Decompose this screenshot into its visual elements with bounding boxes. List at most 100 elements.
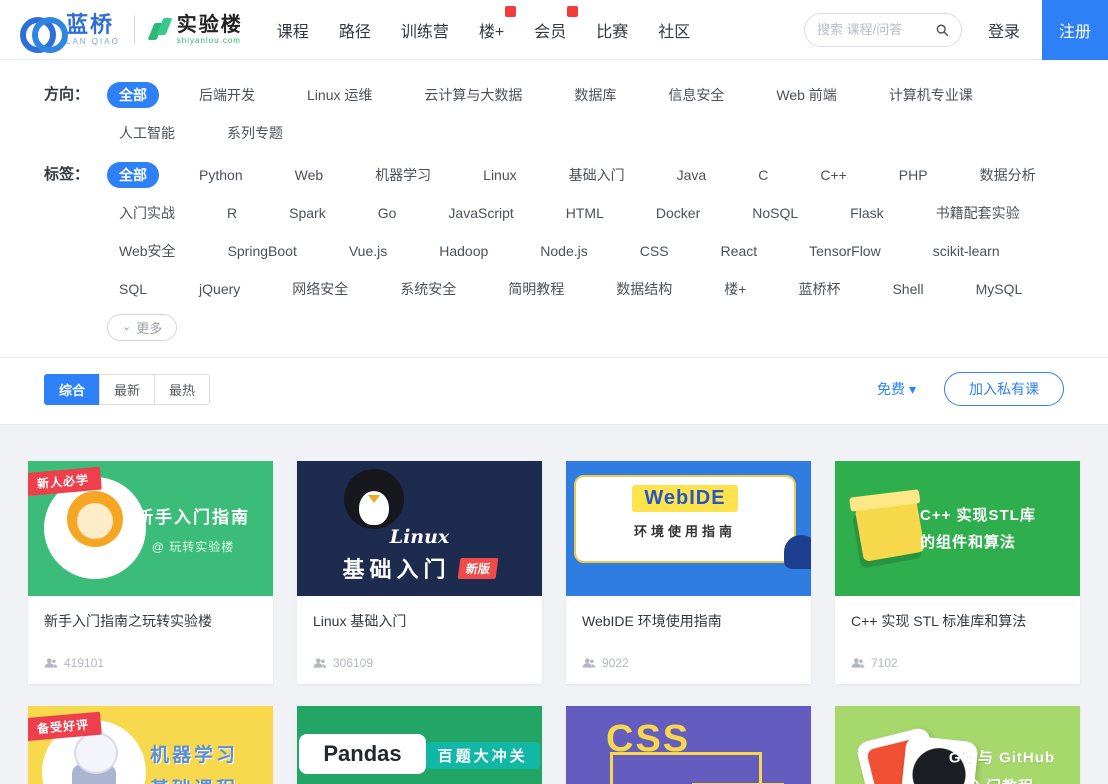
course-card[interactable]: Pandas百题大冲关 Pandas 百题大冲关 13855 <box>297 706 542 784</box>
direction-option[interactable]: 计算机专业课 <box>877 82 985 108</box>
tag-option[interactable]: 全部 <box>107 162 159 188</box>
cover-text-line: 的组件和算法 <box>920 529 1070 556</box>
cover-text: Git 与 GitHub入门教程 <box>932 745 1072 784</box>
course-card[interactable]: Linux基础入门新版 Linux 基础入门 306109 <box>297 461 542 684</box>
cover-text: Pandas百题大冲关 <box>297 732 542 774</box>
new-badge-icon <box>567 6 578 17</box>
sort-option[interactable]: 综合 <box>44 374 100 405</box>
sort-option[interactable]: 最热 <box>154 374 210 405</box>
tag-option[interactable]: C <box>746 162 780 188</box>
logo[interactable]: 蓝桥 LAN QIAO 实验楼 shiyanlou.com <box>20 14 243 46</box>
direction-option[interactable]: 全部 <box>107 82 159 108</box>
tag-option[interactable]: Shell <box>880 276 935 302</box>
logo-primary-subtext: LAN QIAO <box>66 38 120 46</box>
search-box[interactable] <box>804 13 962 47</box>
tag-option[interactable]: Web安全 <box>107 238 188 264</box>
tag-option[interactable]: 蓝桥杯 <box>786 276 852 302</box>
register-button[interactable]: 注册 <box>1042 0 1108 60</box>
tag-option[interactable]: PHP <box>887 162 940 188</box>
sort-option[interactable]: 最新 <box>99 374 155 405</box>
tag-option[interactable]: 机器学习 <box>363 162 443 188</box>
tag-label: 标签： <box>44 156 89 347</box>
tag-option[interactable]: SpringBoot <box>216 238 309 264</box>
direction-label: 方向： <box>44 76 89 152</box>
tag-option[interactable]: SQL <box>107 276 159 302</box>
top-navbar: 蓝桥 LAN QIAO 实验楼 shiyanlou.com 课程路径 训练营 楼+ 会… <box>0 0 1108 60</box>
tag-option[interactable]: 系统安全 <box>388 276 468 302</box>
tag-option[interactable]: jQuery <box>187 276 252 302</box>
tag-option[interactable]: Node.js <box>528 238 599 264</box>
tag-option[interactable]: React <box>709 238 770 264</box>
course-title: Linux 基础入门 <box>313 612 526 632</box>
tag-option[interactable]: HTML <box>554 200 616 226</box>
nav-item-2[interactable]: 训练营 <box>401 14 449 46</box>
course-card[interactable]: CSS简明教程 CSS3 简明教程 5658 <box>566 706 811 784</box>
nav-item-1[interactable]: 路径 <box>339 14 371 46</box>
course-cover: 新人必学 新手入门指南@ 玩转实验楼 <box>28 461 273 596</box>
tag-option[interactable]: Go <box>366 200 409 226</box>
tag-option[interactable]: Python <box>187 162 255 188</box>
direction-option[interactable]: 云计算与大数据 <box>412 82 534 108</box>
tag-option[interactable]: NoSQL <box>740 200 810 226</box>
tag-option[interactable]: Docker <box>644 200 712 226</box>
join-private-course-button[interactable]: 加入私有课 <box>944 372 1064 406</box>
course-cover: Pandas百题大冲关 <box>297 706 542 784</box>
course-cover: Linux基础入门新版 <box>297 461 542 596</box>
tag-option[interactable]: Vue.js <box>337 238 399 264</box>
nav-item-label: 训练营 <box>401 24 449 41</box>
course-card[interactable]: Git 与 GitHub入门教程 Git 与 GitHub 入门实践 15023 <box>835 706 1080 784</box>
course-title: WebIDE 环境使用指南 <box>582 612 795 632</box>
nav-item-5[interactable]: 比赛 <box>596 14 628 46</box>
search-icon[interactable] <box>935 22 949 38</box>
nav-item-6[interactable]: 社区 <box>658 14 690 46</box>
tag-option[interactable]: C++ <box>808 162 858 188</box>
nav-item-3[interactable]: 楼+ <box>479 14 504 46</box>
direction-option[interactable]: 数据库 <box>562 82 628 108</box>
tag-option[interactable]: 简明教程 <box>496 276 576 302</box>
direction-option[interactable]: 信息安全 <box>656 82 736 108</box>
direction-option[interactable]: 系列专题 <box>215 120 295 146</box>
login-button[interactable]: 登录 <box>988 18 1020 42</box>
course-card[interactable]: 新人必学 新手入门指南@ 玩转实验楼 新手入门指南之玩转实验楼 419101 <box>28 461 273 684</box>
course-card[interactable]: 备受好评 机器学习基础课程 机器学习开放基础课程 7068 <box>28 706 273 784</box>
tag-option[interactable]: 楼+ <box>712 276 758 302</box>
tag-option[interactable]: Web <box>283 162 336 188</box>
tag-option[interactable]: 数据分析 <box>968 162 1048 188</box>
nav-item-4[interactable]: 会员 <box>534 14 566 46</box>
tag-option[interactable]: CSS <box>628 238 681 264</box>
tag-option[interactable]: Java <box>665 162 719 188</box>
direction-options: 全部 后端开发 Linux 运维 云计算与大数据 数据库 信息安全 Web 前端 计算机专业课… <box>107 76 1084 152</box>
direction-option[interactable]: 后端开发 <box>187 82 267 108</box>
tag-option[interactable]: 网络安全 <box>280 276 360 302</box>
tag-option[interactable]: Flask <box>838 200 895 226</box>
tag-option[interactable]: 数据结构 <box>604 276 684 302</box>
tag-option[interactable]: 入门实战 <box>107 200 187 226</box>
tag-option[interactable]: JavaScript <box>436 200 525 226</box>
learners-icon <box>44 656 58 670</box>
course-card[interactable]: WebIDE环境使用指南 WebIDE 环境使用指南 9022 <box>566 461 811 684</box>
lanqiao-logo-icon <box>20 15 60 45</box>
direction-option[interactable]: Web 前端 <box>764 82 848 108</box>
tag-option[interactable]: TensorFlow <box>797 238 893 264</box>
search-input[interactable] <box>817 22 935 37</box>
cover-art <box>344 469 404 529</box>
tag-option[interactable]: R <box>215 200 249 226</box>
tag-option[interactable]: Spark <box>277 200 338 226</box>
nav-item-label: 会员 <box>534 24 566 41</box>
course-title: 新手入门指南之玩转实验楼 <box>44 612 257 632</box>
nav-item-0[interactable]: 课程 <box>277 14 309 46</box>
cover-text: Linux基础入门新版 <box>297 526 542 584</box>
course-card[interactable]: C++ 实现STL库的组件和算法 C++ 实现 STL 标准库和算法 7102 <box>835 461 1080 684</box>
tag-option[interactable]: MySQL <box>964 276 1035 302</box>
direction-option[interactable]: 人工智能 <box>107 120 187 146</box>
learners-icon <box>851 656 865 670</box>
direction-option[interactable]: Linux 运维 <box>295 82 384 108</box>
tag-option[interactable]: Linux <box>471 162 528 188</box>
direction-filter-row: 方向： 全部 后端开发 Linux 运维 云计算与大数据 数据库 信息安全 Web 前端 计算… <box>0 76 1108 152</box>
tag-option[interactable]: 基础入门 <box>557 162 637 188</box>
tag-option[interactable]: 书籍配套实验 <box>924 200 1032 226</box>
price-filter-dropdown[interactable]: 免费 ▾ <box>877 379 916 399</box>
more-tags-button[interactable]: ⌄ 更多 <box>107 314 177 341</box>
tag-option[interactable]: Hadoop <box>427 238 500 264</box>
tag-option[interactable]: scikit-learn <box>921 238 1012 264</box>
